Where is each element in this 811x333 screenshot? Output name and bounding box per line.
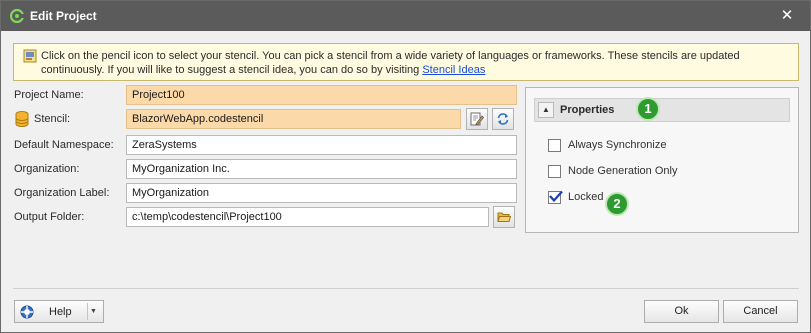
project-name-label: Project Name: xyxy=(14,89,84,101)
properties-title: Properties xyxy=(560,104,615,116)
collapse-arrow-icon[interactable]: ▲ xyxy=(538,102,554,118)
callout-badge: 2 xyxy=(605,192,629,216)
organization-label-label: Organization Label: xyxy=(14,187,110,199)
folder-open-icon xyxy=(497,212,511,222)
stencil-input[interactable]: BlazorWebApp.codestencil xyxy=(126,109,461,129)
checkbox-box[interactable] xyxy=(548,190,563,204)
checkbox-label: Locked xyxy=(568,191,604,203)
checkbox-label: Node Generation Only xyxy=(568,165,678,177)
organization-label: Organization: xyxy=(14,163,80,175)
window-title: Edit Project xyxy=(30,9,97,23)
footer-divider xyxy=(13,288,799,289)
default-namespace-label: Default Namespace: xyxy=(14,139,114,151)
close-icon[interactable]: ✕ xyxy=(778,7,796,25)
checkbox-label: Always Synchronize xyxy=(568,139,667,151)
checkbox-box[interactable] xyxy=(548,139,561,152)
ok-button[interactable]: Ok xyxy=(644,300,719,323)
stencil-ideas-link[interactable]: Stencil Ideas xyxy=(422,64,485,76)
checkmark-icon xyxy=(549,190,563,203)
project-name-input[interactable]: Project100 xyxy=(126,85,517,105)
info-note-icon xyxy=(23,49,37,63)
chevron-down-icon[interactable]: ▼ xyxy=(90,308,97,315)
info-message: Click on the pencil icon to select your … xyxy=(41,50,740,76)
properties-panel: ▲ Properties Always Synchronize Node Gen… xyxy=(525,87,799,233)
organization-label-input[interactable]: MyOrganization xyxy=(126,183,517,203)
app-logo-icon xyxy=(10,9,24,23)
checkbox-box[interactable] xyxy=(548,165,561,178)
help-button[interactable]: Help ▼ xyxy=(14,300,104,323)
help-icon xyxy=(20,305,34,319)
edit-project-dialog: Edit Project ✕ Click on the pencil icon … xyxy=(0,0,811,333)
properties-header: ▲ Properties xyxy=(534,98,790,122)
info-banner: Click on the pencil icon to select your … xyxy=(13,43,799,81)
pencil-edit-icon xyxy=(470,112,484,126)
info-text: Click on the pencil icon to select your … xyxy=(41,49,781,77)
browse-folder-button[interactable] xyxy=(493,206,515,228)
refresh-icon xyxy=(497,113,509,125)
output-folder-input[interactable]: c:\temp\codestencil\Project100 xyxy=(126,207,489,227)
database-icon xyxy=(15,111,29,127)
refresh-stencil-button[interactable] xyxy=(492,108,514,130)
help-label: Help xyxy=(49,306,72,318)
organization-input[interactable]: MyOrganization Inc. xyxy=(126,159,517,179)
help-split-divider xyxy=(87,303,88,320)
cancel-button[interactable]: Cancel xyxy=(723,300,798,323)
callout-badge: 1 xyxy=(636,97,660,121)
edit-stencil-button[interactable] xyxy=(466,108,488,130)
default-namespace-input[interactable]: ZeraSystems xyxy=(126,135,517,155)
title-bar: Edit Project ✕ xyxy=(1,1,810,31)
output-folder-label: Output Folder: xyxy=(14,211,85,223)
stencil-label: Stencil: xyxy=(34,113,71,125)
